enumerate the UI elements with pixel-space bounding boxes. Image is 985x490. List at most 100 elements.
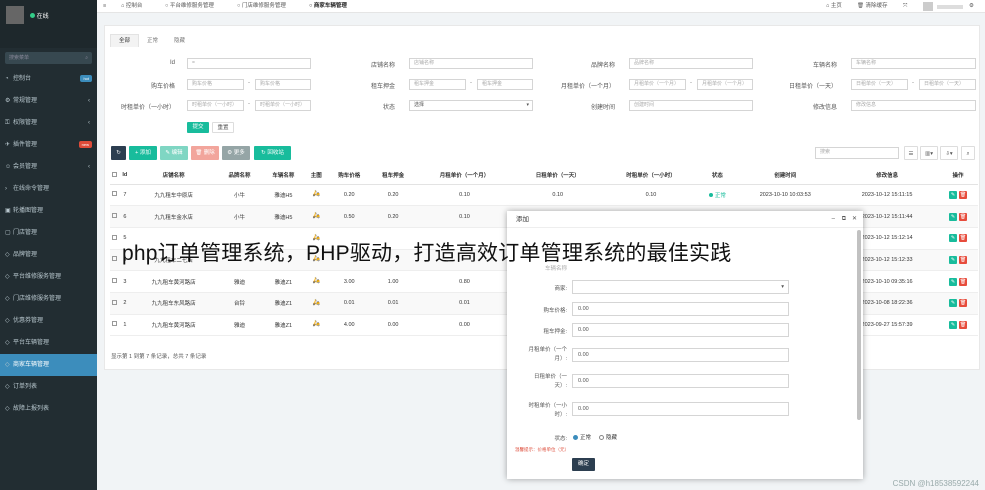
row-checkbox-cell[interactable] [110,249,120,272]
settings-gear-icon[interactable]: ⚙ [969,0,974,13]
delete-row-icon[interactable]: 🗑 [959,234,967,243]
deposit-input[interactable]: 0.00 [572,323,789,337]
filter-id-input[interactable]: = [187,58,311,69]
table-row[interactable]: 7 九九租车中原店 小牛 雅迪H5 🛵 0.20 0.20 0.10 0.10 0.10 正常 202… [110,184,978,207]
sidebar-item-0[interactable]: ◔ 控制台 hot [0,68,97,90]
sidebar-item-7[interactable]: ▢ 门店管理 [0,222,97,244]
subtab-all[interactable]: 全部 [110,34,140,47]
user-name[interactable] [937,5,963,9]
home-link[interactable]: ⌂ 主页 [826,0,842,13]
edit-row-icon[interactable]: ✎ [949,234,957,243]
close-icon[interactable]: ✕ [852,211,857,228]
row-checkbox[interactable] [112,191,118,197]
row-checkbox-cell[interactable] [110,184,120,207]
filter-deposit-max[interactable]: 租车押金 [477,79,533,90]
sidebar-item-4[interactable]: ☺ 会员管理 ‹ [0,156,97,178]
filter-month-min[interactable]: 月租单价（一个月） [629,79,686,90]
filter-vehicle-input[interactable]: 车辆名称 [851,58,976,69]
tab-store-repair[interactable]: ○ 门店维修服务管理 [237,0,286,13]
sidebar-item-3[interactable]: ✈ 插件管理 new [0,134,97,156]
sidebar-item-14[interactable]: ◇ 订单列表 [0,376,97,398]
recycle-bin-button[interactable]: ↻ 回收站 [254,146,291,160]
reset-button[interactable]: 重置 [212,122,234,133]
sidebar-item-5[interactable]: › 在线命令管理 [0,178,97,200]
delete-row-icon[interactable]: 🗑 [959,277,967,286]
delete-row-icon[interactable]: 🗑 [959,320,967,329]
status-radio-hidden[interactable]: 隐藏 [599,433,617,441]
edit-button[interactable]: ✎ 编辑 [160,146,188,160]
table-search-input[interactable]: 搜索 [815,147,899,159]
row-checkbox[interactable] [112,213,118,219]
fullscreen-icon[interactable]: ⤧ [903,0,907,13]
sidebar-item-11[interactable]: ◇ 优惠券管理 [0,310,97,332]
add-button[interactable]: + 添加 [129,146,157,160]
menu-toggle-icon[interactable]: ≡ [103,0,106,13]
row-checkbox-cell[interactable] [110,227,120,250]
clear-cache-button[interactable]: 🗑 清除缓存 [857,0,888,13]
delete-row-icon[interactable]: 🗑 [959,299,967,308]
edit-row-icon[interactable]: ✎ [949,320,957,329]
scooter-thumbnail-icon[interactable]: 🛵 [311,278,321,285]
select-all-checkbox[interactable] [112,171,118,177]
submit-button[interactable]: 提交 [187,122,209,133]
sidebar-item-10[interactable]: ◇ 门店维修服务管理 [0,288,97,310]
filter-updated-input[interactable]: 修改信息 [851,100,976,111]
scooter-thumbnail-icon[interactable]: 🛵 [311,213,321,220]
sidebar-item-1[interactable]: ⚙ 常规管理 ‹ [0,90,97,112]
sidebar-item-12[interactable]: ◇ 平台车辆管理 [0,332,97,354]
edit-row-icon[interactable]: ✎ [949,190,957,199]
month-price-input[interactable]: 0.00 [572,348,789,362]
filter-status-select[interactable]: 选择 ▾ [409,100,533,111]
scooter-thumbnail-icon[interactable]: 🛵 [311,300,321,307]
subtab-hidden[interactable]: 隐藏 [166,35,193,48]
row-checkbox-cell[interactable] [110,314,120,337]
filter-deposit-min[interactable]: 租车押金 [409,79,466,90]
sidebar-item-9[interactable]: ◇ 平台维修服务管理 [0,266,97,288]
row-checkbox-cell[interactable] [110,205,120,228]
row-checkbox[interactable] [112,234,118,240]
search-icon[interactable]: ⌕ [961,146,975,160]
user-avatar[interactable] [923,2,933,11]
sidebar-item-8[interactable]: ◇ 品牌管理 [0,244,97,266]
tab-dashboard[interactable]: ⌂ 控制台 [121,0,142,13]
tab-platform-repair[interactable]: ○ 平台维修服务管理 [165,0,214,13]
hour-price-input[interactable]: 0.00 [572,402,789,416]
dialog-scrollbar[interactable] [857,230,861,420]
edit-row-icon[interactable]: ✎ [949,299,957,308]
edit-row-icon[interactable]: ✎ [949,277,957,286]
filter-day-max[interactable]: 日租单价（一天） [919,79,976,90]
sidebar-item-13[interactable]: ◇ 商家车辆管理 [0,354,97,376]
filter-buy-price-min[interactable]: 购车价格 [187,79,244,90]
refresh-icon[interactable]: ↻ [111,146,126,160]
row-checkbox[interactable] [112,256,118,262]
edit-row-icon[interactable]: ✎ [949,255,957,264]
filter-store-input[interactable]: 店铺名称 [409,58,533,69]
buy-price-input[interactable]: 0.00 [572,302,789,316]
delete-button[interactable]: 🗑 删除 [191,146,219,160]
row-checkbox[interactable] [112,299,118,305]
tab-merchant-vehicle[interactable]: ○ 商家车辆管理 [309,0,347,13]
column-header[interactable] [110,167,120,185]
subtab-normal[interactable]: 正常 [139,35,166,48]
filter-day-min[interactable]: 日租单价（一天） [851,79,908,90]
day-price-input[interactable]: 0.00 [572,374,789,388]
edit-row-icon[interactable]: ✎ [949,212,957,221]
filter-month-max[interactable]: 月租单价（一个月） [697,79,753,90]
status-radio-normal[interactable]: 正常 [573,433,591,441]
filter-hour-max[interactable]: 时租单价（一小时） [255,100,311,111]
confirm-button[interactable]: 确定 [572,458,595,471]
more-button[interactable]: ⚙ 更多 [222,146,250,160]
row-checkbox[interactable] [112,278,118,284]
filter-created-input[interactable]: 创建时间 [629,100,753,111]
row-checkbox[interactable] [112,321,118,327]
delete-row-icon[interactable]: 🗑 [959,255,967,264]
export-icon[interactable]: ⇩▾ [940,146,958,160]
toggle-view-icon[interactable]: ☰ [904,146,918,160]
filter-brand-input[interactable]: 品牌名称 [629,58,753,69]
scooter-thumbnail-icon[interactable]: 🛵 [311,191,321,198]
delete-row-icon[interactable]: 🗑 [959,212,967,221]
sidebar-item-6[interactable]: ▣ 轮播图管理 [0,200,97,222]
delete-row-icon[interactable]: 🗑 [959,190,967,199]
row-checkbox-cell[interactable] [110,270,120,293]
scooter-thumbnail-icon[interactable]: 🛵 [311,321,321,328]
